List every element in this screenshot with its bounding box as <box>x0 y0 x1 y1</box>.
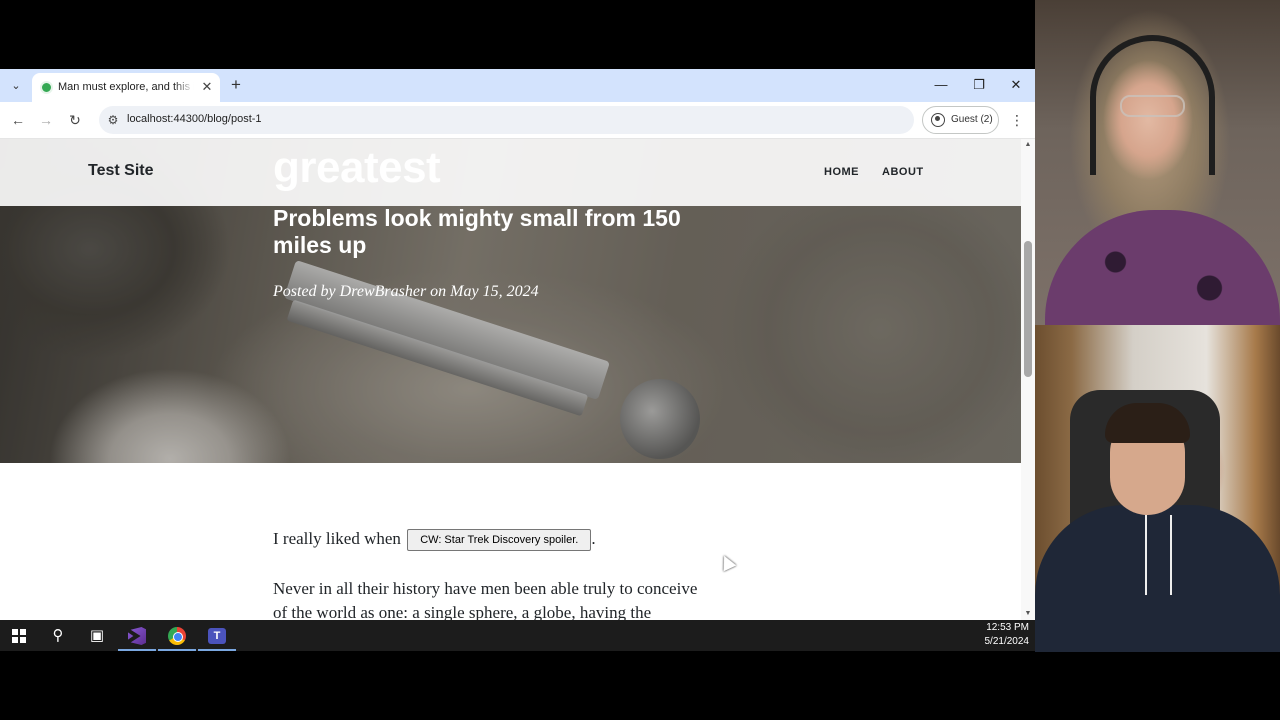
minimize-button[interactable]: — <box>926 75 956 95</box>
system-clock[interactable]: 12:53 PM 5/21/2024 <box>985 621 1030 649</box>
site-brand-link[interactable]: Test Site <box>88 162 154 180</box>
chrome-icon <box>168 627 186 646</box>
profile-button[interactable]: Guest (2) <box>922 106 999 134</box>
new-tab-button[interactable]: + <box>226 75 246 95</box>
scrollbar-thumb[interactable] <box>1024 241 1032 377</box>
presenter-shirt <box>1045 210 1280 325</box>
windows-taskbar: ⚲ ▣ T 12:53 PM 5/21/2024 <box>0 620 1035 651</box>
webcam-video-top <box>1035 0 1280 325</box>
forward-button[interactable]: → <box>36 110 56 130</box>
url-text[interactable]: localhost:44300/blog/post-1 <box>127 113 262 125</box>
windows-start-icon <box>12 629 26 644</box>
webcam-video-bottom <box>1035 325 1280 652</box>
paragraph-text: . <box>591 529 596 548</box>
mouse-cursor-icon <box>717 552 737 572</box>
search-button[interactable]: ⚲ <box>39 620 77 651</box>
presenter-hair <box>1105 403 1190 443</box>
scroll-up-icon[interactable]: ▲ <box>1021 139 1035 151</box>
restore-button[interactable]: ❐ <box>964 75 994 95</box>
teams-icon: T <box>208 628 226 645</box>
task-view-button[interactable]: ▣ <box>78 620 116 651</box>
chrome-button[interactable] <box>158 620 196 651</box>
post-paragraph: I really liked when CW: Star Trek Discov… <box>273 529 596 552</box>
nav-about-link[interactable]: ABOUT <box>882 166 924 178</box>
task-view-icon: ▣ <box>89 627 105 644</box>
tab-close-icon[interactable]: ✕ <box>200 79 214 95</box>
clock-time: 12:53 PM <box>986 622 1029 633</box>
post-meta: Posted by DrewBrasher on May 15, 2024 <box>273 283 539 300</box>
paragraph-line: of the world as one: a single sphere, a … <box>273 603 652 620</box>
visual-studio-icon <box>128 627 146 646</box>
address-bar[interactable]: ⚙ localhost:44300/blog/post-1 <box>99 106 914 134</box>
nav-home-link[interactable]: HOME <box>824 166 859 178</box>
clock-date: 5/21/2024 <box>984 636 1030 647</box>
menu-icon[interactable]: ⋮ <box>1008 110 1026 130</box>
back-button[interactable]: ← <box>8 110 28 130</box>
reload-button[interactable]: ↻ <box>65 110 85 130</box>
search-icon: ⚲ <box>52 627 64 644</box>
site-favicon-icon <box>40 81 53 94</box>
visual-studio-button[interactable] <box>118 620 156 651</box>
tab-active[interactable]: Man must explore, and this is e ✕ <box>32 73 220 102</box>
tab-strip: ⌄ Man must explore, and this is e ✕ + — … <box>0 69 1035 102</box>
browser-window: ⌄ Man must explore, and this is e ✕ + — … <box>0 69 1035 620</box>
browser-toolbar: ← → ↻ ⚙ localhost:44300/blog/post-1 Gues… <box>0 102 1035 139</box>
page-scrollbar[interactable]: ▲ ▼ <box>1021 139 1035 620</box>
profile-icon <box>931 113 945 127</box>
post-title-fragment: greatest <box>273 143 441 192</box>
site-navbar: greatest Test Site HOME ABOUT <box>0 139 1021 206</box>
scroll-down-icon[interactable]: ▼ <box>1021 608 1035 620</box>
tab-search-icon[interactable]: ⌄ <box>6 76 26 96</box>
post-subheading: Problems look mighty small from 150 mile… <box>273 205 681 258</box>
spoiler-button[interactable]: CW: Star Trek Discovery spoiler. <box>407 529 592 552</box>
tab-title: Man must explore, and this is e <box>58 81 194 93</box>
close-window-button[interactable]: ✕ <box>1001 75 1031 95</box>
paragraph-text: I really liked when <box>273 529 401 548</box>
teams-button[interactable]: T <box>198 620 236 651</box>
paragraph-line: Never in all their history have men been… <box>273 579 698 598</box>
post-paragraph: Never in all their history have men been… <box>273 579 697 620</box>
glasses-shape <box>1120 95 1185 117</box>
start-button[interactable] <box>0 620 38 651</box>
site-info-icon[interactable]: ⚙ <box>105 112 121 128</box>
profile-label: Guest (2) <box>951 114 993 125</box>
presenter-hoodie <box>1035 505 1280 652</box>
page-viewport: Problems look mighty small from 150 mile… <box>0 139 1021 620</box>
